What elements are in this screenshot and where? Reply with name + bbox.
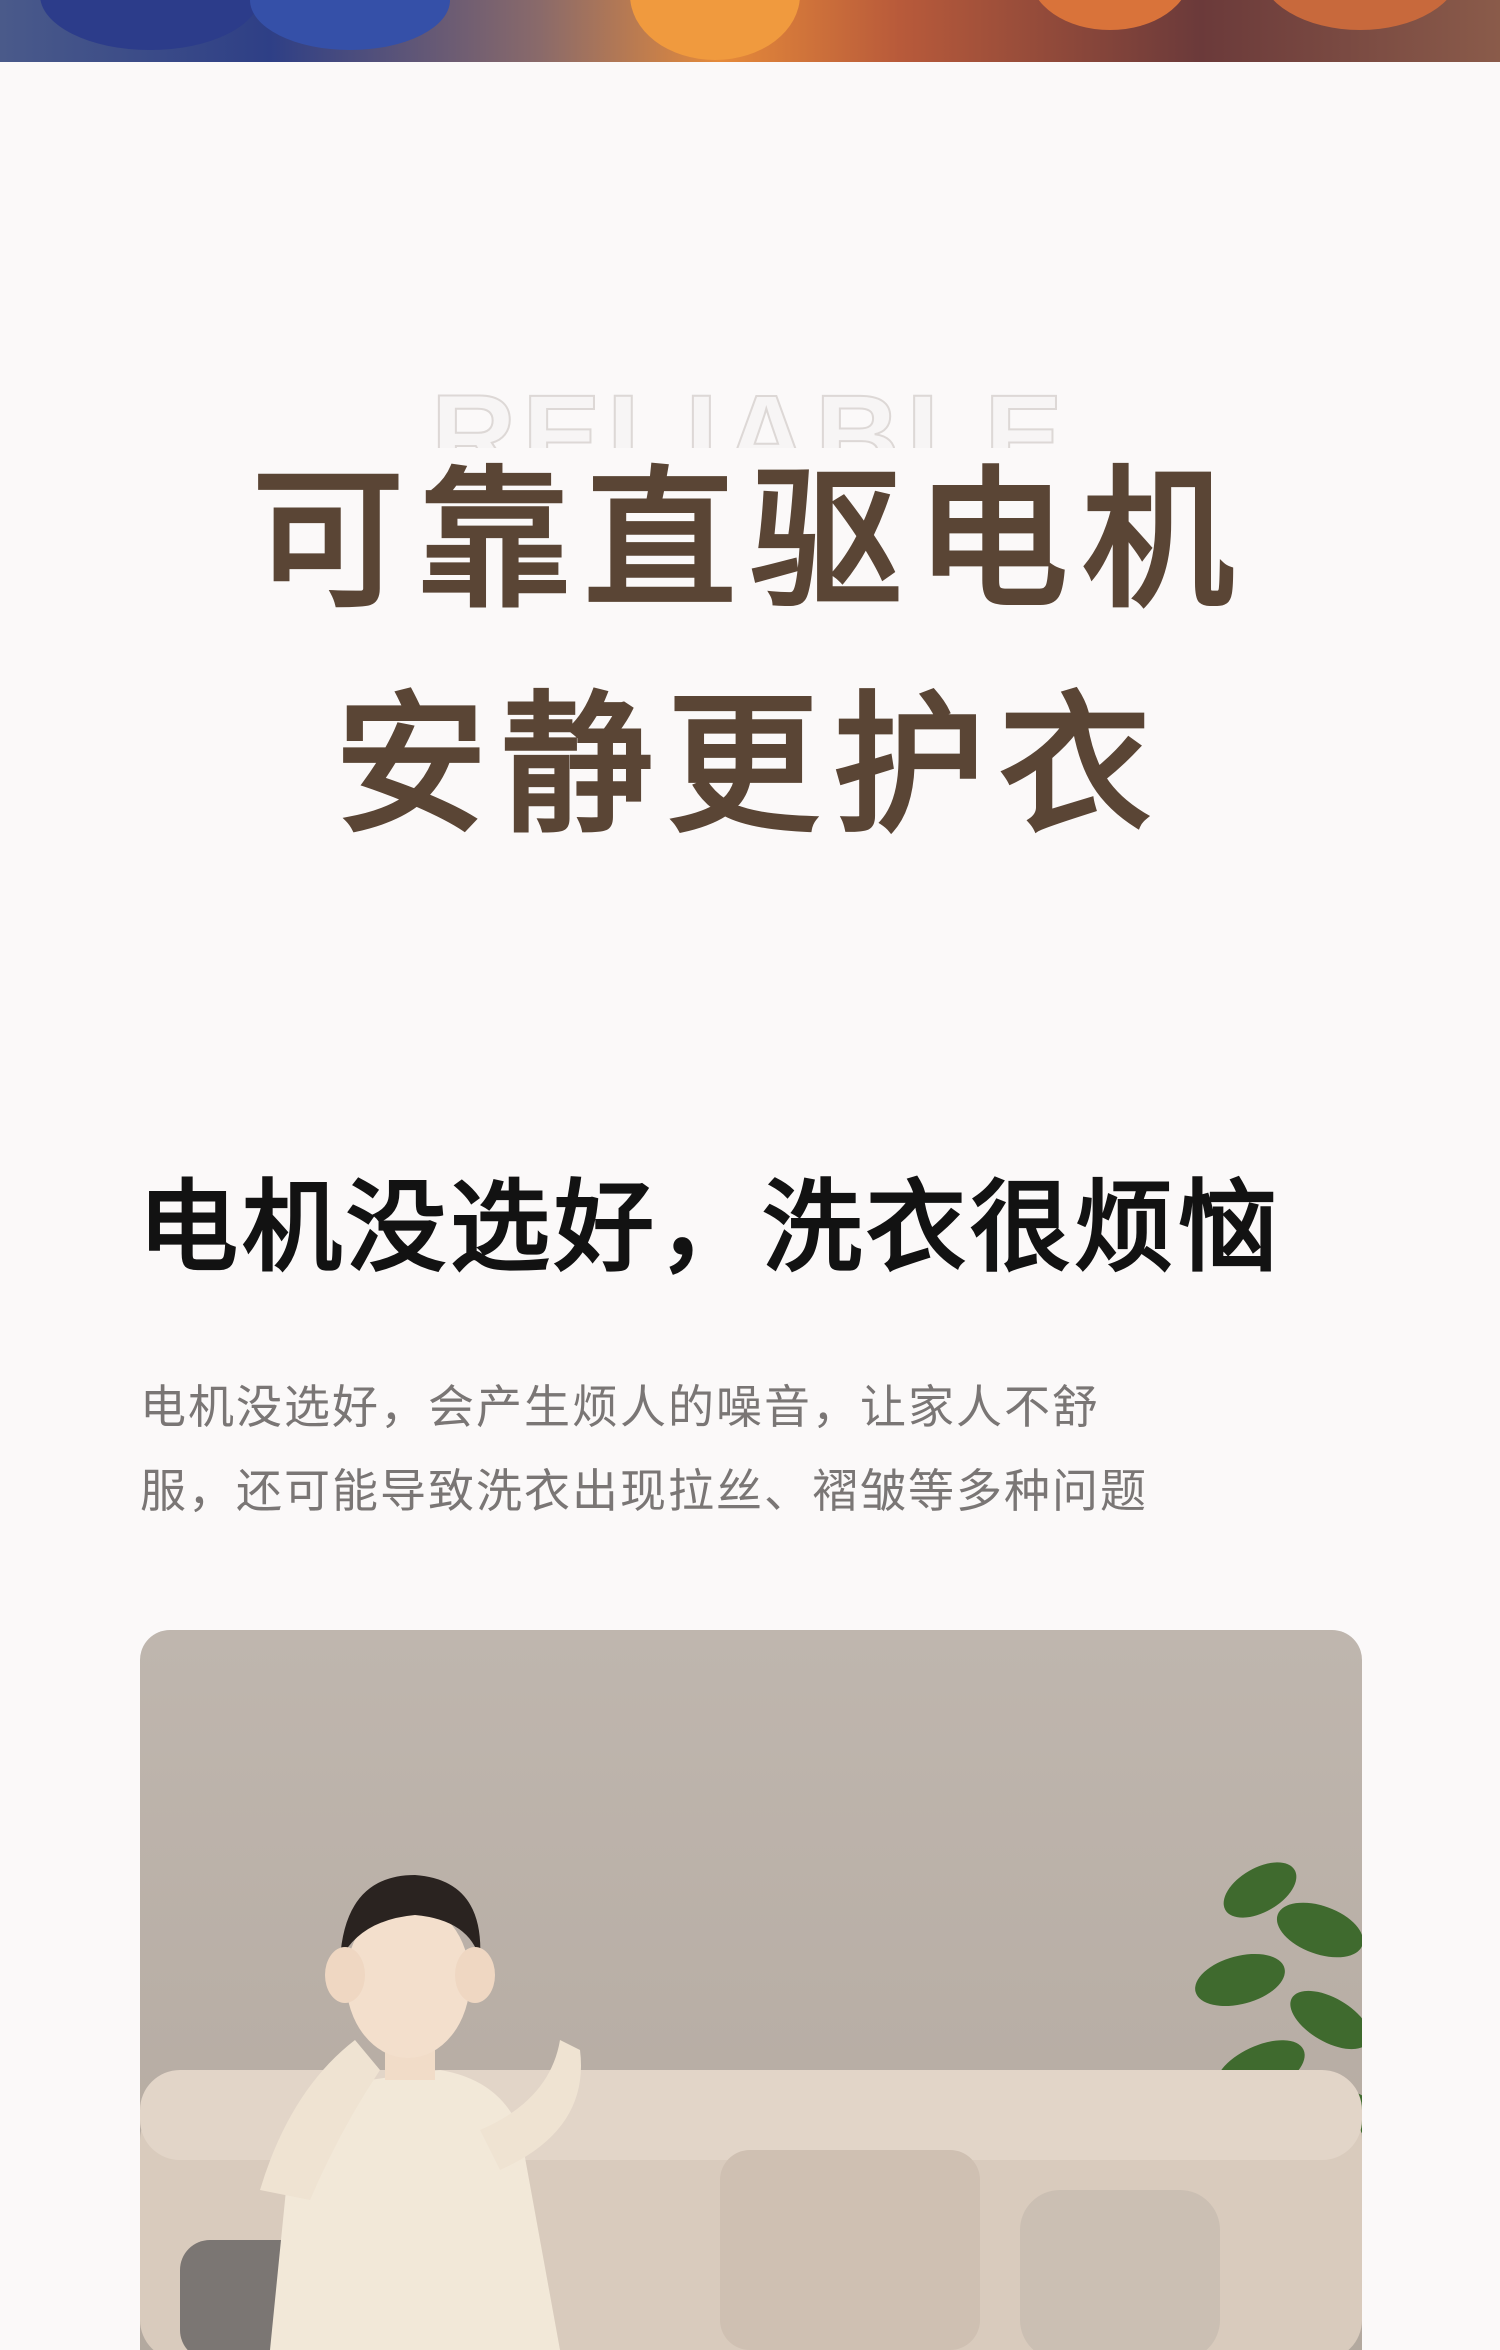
photo-illustration: [140, 1862, 1362, 2350]
section-title: 电机没选好，洗衣很烦恼: [138, 1169, 1282, 1286]
description-line-2: 服，还可能导致洗衣出现拉丝、褶皱等多种问题: [140, 1464, 1148, 1518]
headline-line-2: 安静更护衣: [335, 677, 1165, 854]
description-line-1: 电机没选好，会产生烦人的噪音，让家人不舒: [140, 1380, 1100, 1434]
hero-decor: [1260, 0, 1460, 30]
lifestyle-photo: [140, 1630, 1362, 2350]
hero-decor: [250, 0, 450, 50]
hero-decor: [40, 0, 260, 50]
woman-figure: [260, 1875, 581, 2350]
eyebrow-watermark-text: RELIABLE: [430, 378, 1069, 448]
hero-decor: [1030, 0, 1190, 30]
section-description: 电机没选好，会产生烦人的噪音，让家人不舒 服，还可能导致洗衣出现拉丝、褶皱等多种…: [140, 1365, 1300, 1533]
hero-banner-strip: [0, 0, 1500, 62]
headline-line-1: 可靠直驱电机: [252, 452, 1248, 629]
hero-decor: [630, 0, 800, 60]
